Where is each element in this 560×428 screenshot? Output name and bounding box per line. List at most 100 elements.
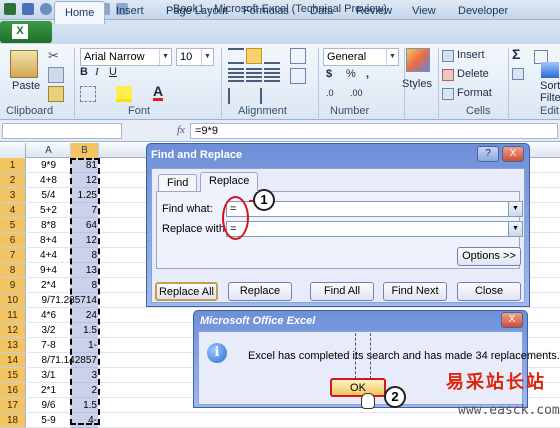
wrap-text-icon[interactable] [290,48,306,64]
ok-button[interactable]: OK [330,378,386,397]
options-button[interactable]: Options >> [457,247,521,266]
bottom-align-icon[interactable] [264,48,280,64]
tab-replace[interactable]: Replace [200,172,259,192]
tab-find[interactable]: Find [158,174,198,192]
cell-a[interactable]: 3/1 [27,368,71,383]
row-header[interactable]: 2 [0,173,26,188]
row-header[interactable]: 11 [0,308,26,323]
cell-a[interactable]: 8*8 [27,218,71,233]
decrease-indent-icon[interactable] [228,88,244,104]
align-right-icon[interactable] [264,68,280,84]
cell-a[interactable]: 4+4 [27,248,71,263]
styles-label[interactable]: Styles [402,78,432,90]
row-header[interactable]: 7 [0,248,26,263]
row-header[interactable]: 17 [0,398,26,413]
row-header[interactable]: 16 [0,383,26,398]
formula-input[interactable]: =9*9 [190,123,558,139]
fx-icon[interactable]: fx [177,124,185,136]
message-close-button[interactable]: X [501,312,523,328]
borders-icon[interactable] [80,86,96,102]
replace-button[interactable]: Replace [228,282,292,301]
clear-icon[interactable] [512,68,524,80]
sort-filter-icon[interactable] [541,62,559,78]
comma-button[interactable]: , [366,68,369,80]
chevron-down-icon[interactable]: ▼ [508,202,522,216]
cell-a[interactable]: 5/4 [27,188,71,203]
filter-label[interactable]: Filte [540,92,560,104]
tab-developer[interactable]: Developer [458,5,508,17]
file-button[interactable]: X [0,21,52,43]
row-header[interactable]: 18 [0,413,26,428]
percent-button[interactable]: % [346,68,356,80]
number-format-select[interactable]: General ▼ [323,48,399,66]
font-size-select[interactable]: 10 ▼ [176,48,214,66]
cell-a[interactable]: 8+4 [27,233,71,248]
merge-center-icon[interactable] [290,68,306,84]
middle-align-icon[interactable] [246,48,262,64]
tab-data[interactable]: Data [310,5,333,17]
row-header[interactable]: 8 [0,263,26,278]
column-header-a[interactable]: A [27,143,71,158]
bold-button[interactable]: B [80,66,88,78]
help-button[interactable]: ? [477,146,499,162]
copy-icon[interactable] [48,67,64,83]
underline-button[interactable]: U [109,66,117,78]
delete-cells-button[interactable]: Delete [457,68,489,80]
row-header[interactable]: 5 [0,218,26,233]
cell-a[interactable]: 2*1 [27,383,71,398]
replace-with-input[interactable]: = ▼ [226,221,523,237]
font-color-button[interactable]: A [153,84,164,101]
replace-all-button[interactable]: Replace All [155,282,218,301]
cell-a[interactable]: 4+8 [27,173,71,188]
row-header[interactable]: 15 [0,368,26,383]
top-align-icon[interactable] [228,48,244,64]
row-header[interactable]: 14 [0,353,26,368]
insert-cells-button[interactable]: Insert [457,49,485,61]
format-cells-button[interactable]: Format [457,87,492,99]
cell-a[interactable]: 4*6 [27,308,71,323]
align-left-icon[interactable] [228,68,244,84]
increase-decimal-button[interactable]: .0 [326,88,334,98]
tab-view[interactable]: View [412,5,436,17]
decrease-decimal-button[interactable]: .00 [350,88,363,98]
find-all-button[interactable]: Find All [310,282,374,301]
align-center-icon[interactable] [246,68,262,84]
tab-home[interactable]: Home [54,1,106,24]
tab-insert[interactable]: Insert [116,5,144,17]
name-box[interactable] [2,123,122,139]
close-button[interactable]: X [502,146,524,162]
increase-indent-icon[interactable] [246,88,262,104]
cell-a[interactable]: 7-8 [27,338,71,353]
row-header[interactable]: 13 [0,338,26,353]
row-header[interactable]: 4 [0,203,26,218]
row-header[interactable]: 12 [0,323,26,338]
tab-formulas[interactable]: Formulas [243,5,289,17]
cut-icon[interactable]: ✂ [48,48,64,64]
font-name-select[interactable]: Arial Narrow ▼ [80,48,172,66]
column-header-b[interactable]: B [71,143,99,158]
row-header[interactable]: 1 [0,158,26,173]
cell-a[interactable]: 9+4 [27,263,71,278]
row-header[interactable]: 3 [0,188,26,203]
row-header[interactable]: 9 [0,278,26,293]
chevron-down-icon[interactable]: ▼ [508,222,522,236]
row-header[interactable]: 6 [0,233,26,248]
cell-a[interactable]: 5+2 [27,203,71,218]
find-next-button[interactable]: Find Next [383,282,447,301]
tab-page-layout[interactable]: Page Layout [166,5,228,17]
fill-color-icon[interactable] [116,86,132,102]
select-all-corner[interactable] [0,143,26,158]
autosum-button[interactable]: Σ [512,46,520,62]
row-header[interactable]: 10 [0,293,26,308]
tab-review[interactable]: Review [356,5,392,17]
cell-a[interactable]: 9/6 [27,398,71,413]
styles-icon[interactable] [406,48,430,72]
sort-label[interactable]: Sort [540,80,560,92]
cell-a[interactable]: 5-9 [27,413,71,428]
currency-button[interactable]: $ [326,68,332,80]
cell-a[interactable]: 3/2 [27,323,71,338]
cell-a[interactable]: 2*4 [27,278,71,293]
cell-a[interactable]: 9*9 [27,158,71,173]
format-painter-icon[interactable] [48,86,64,102]
italic-button[interactable]: I [95,66,99,78]
